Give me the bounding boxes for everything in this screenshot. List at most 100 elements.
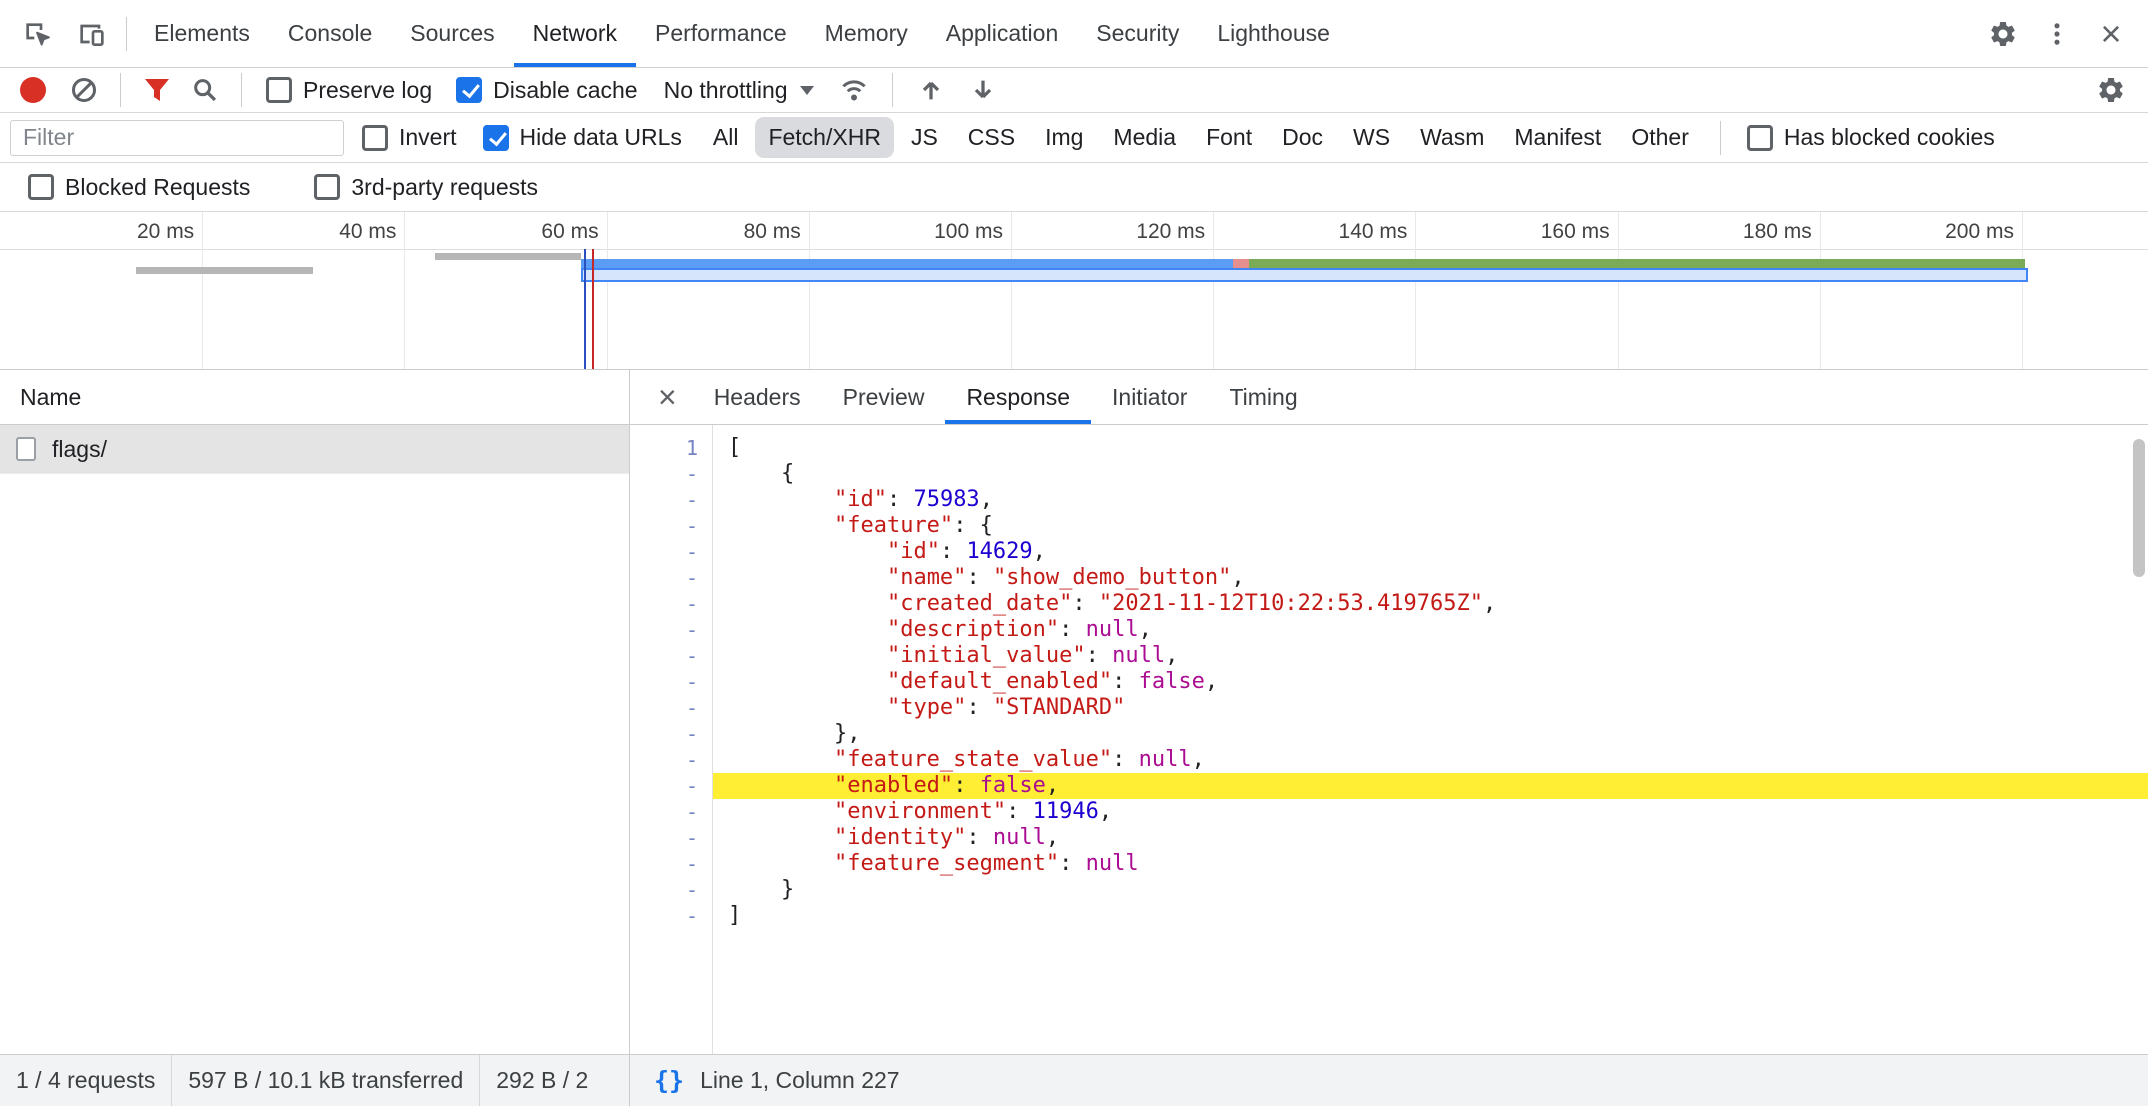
code-line[interactable]: "id": 75983, — [713, 487, 2148, 513]
code-line[interactable]: "default_enabled": false, — [713, 669, 2148, 695]
clear-requests-icon[interactable] — [64, 70, 104, 110]
export-har-icon[interactable] — [961, 70, 1005, 110]
close-devtools-icon[interactable]: × — [2084, 7, 2138, 61]
preserve-log-checkbox[interactable]: Preserve log — [258, 77, 440, 104]
gutter-line-marker[interactable]: - — [630, 773, 712, 799]
tab-memory[interactable]: Memory — [806, 0, 927, 67]
has-blocked-cookies-checkbox[interactable]: Has blocked cookies — [1739, 124, 2003, 151]
tab-elements[interactable]: Elements — [135, 0, 269, 67]
tab-lighthouse[interactable]: Lighthouse — [1198, 0, 1349, 67]
hide-data-urls-checkbox[interactable]: Hide data URLs — [475, 124, 690, 151]
code-line[interactable]: }, — [713, 721, 2148, 747]
filter-type-ws[interactable]: WS — [1340, 117, 1403, 158]
code-line[interactable]: "created_date": "2021-11-12T10:22:53.419… — [713, 591, 2148, 617]
filter-input[interactable] — [10, 120, 344, 156]
gutter-line-marker[interactable]: - — [630, 903, 712, 929]
tab-response[interactable]: Response — [945, 370, 1091, 424]
gutter-line-marker[interactable]: - — [630, 565, 712, 591]
import-har-icon[interactable] — [909, 70, 953, 110]
filter-type-img[interactable]: Img — [1032, 117, 1096, 158]
tab-network[interactable]: Network — [514, 0, 636, 67]
gutter-line-marker[interactable]: - — [630, 643, 712, 669]
name-column-header[interactable]: Name — [0, 370, 629, 425]
network-conditions-icon[interactable] — [832, 70, 876, 110]
filter-type-font[interactable]: Font — [1193, 117, 1265, 158]
filter-type-doc[interactable]: Doc — [1269, 117, 1336, 158]
filter-type-media[interactable]: Media — [1100, 117, 1189, 158]
tab-sources[interactable]: Sources — [391, 0, 513, 67]
close-detail-icon[interactable]: × — [642, 381, 693, 413]
filter-type-css[interactable]: CSS — [955, 117, 1028, 158]
gutter-line-marker[interactable]: - — [630, 461, 712, 487]
throttling-select[interactable]: No throttling — [654, 77, 824, 104]
inspect-element-icon[interactable] — [10, 7, 64, 61]
kebab-menu-icon[interactable] — [2030, 7, 2084, 61]
code-line[interactable]: "initial_value": null, — [713, 643, 2148, 669]
scrollbar-thumb[interactable] — [2133, 439, 2145, 577]
code-line[interactable]: "feature": { — [713, 513, 2148, 539]
filter-type-fetch-xhr[interactable]: Fetch/XHR — [755, 117, 893, 158]
gutter-line-marker[interactable]: - — [630, 877, 712, 903]
gutter-line-marker[interactable]: - — [630, 617, 712, 643]
gutter-line-marker[interactable]: - — [630, 799, 712, 825]
gutter-line-marker[interactable]: - — [630, 825, 712, 851]
response-code-viewer[interactable]: 1------------------ [ { "id": 75983, "fe… — [630, 425, 2148, 1054]
network-overview-timeline[interactable]: 20 ms40 ms60 ms80 ms100 ms120 ms140 ms16… — [0, 212, 2148, 370]
search-icon[interactable] — [185, 70, 225, 110]
tab-headers[interactable]: Headers — [693, 370, 822, 424]
pretty-print-icon[interactable]: {} — [654, 1066, 684, 1095]
code-line[interactable]: { — [713, 461, 2148, 487]
gutter-line-marker[interactable]: - — [630, 513, 712, 539]
code-line[interactable]: "environment": 11946, — [713, 799, 2148, 825]
code-line[interactable]: "id": 14629, — [713, 539, 2148, 565]
tab-console[interactable]: Console — [269, 0, 391, 67]
token: "default_enabled" — [887, 669, 1112, 694]
filter-type-wasm[interactable]: Wasm — [1407, 117, 1497, 158]
code-line[interactable]: ] — [713, 903, 2148, 929]
code-line[interactable]: "name": "show_demo_button", — [713, 565, 2148, 591]
tab-performance[interactable]: Performance — [636, 0, 806, 67]
requests-count: 1 / 4 requests — [0, 1055, 172, 1106]
network-settings-gear-icon[interactable] — [2084, 63, 2138, 117]
tab-initiator[interactable]: Initiator — [1091, 370, 1208, 424]
code-line[interactable]: } — [713, 877, 2148, 903]
settings-gear-icon[interactable] — [1976, 7, 2030, 61]
filter-type-other[interactable]: Other — [1618, 117, 1702, 158]
code-line[interactable]: "enabled": false, — [713, 773, 2148, 799]
record-button[interactable] — [20, 77, 46, 103]
token: : — [940, 539, 967, 564]
tab-timing[interactable]: Timing — [1208, 370, 1318, 424]
invert-checkbox[interactable]: Invert — [354, 124, 465, 151]
request-row-flags[interactable]: flags/ — [0, 425, 629, 474]
disable-cache-checkbox[interactable]: Disable cache — [448, 77, 645, 104]
third-party-requests-checkbox[interactable]: 3rd-party requests — [306, 174, 546, 201]
tab-preview[interactable]: Preview — [822, 370, 946, 424]
gutter-line-marker[interactable]: - — [630, 747, 712, 773]
gutter-line-marker[interactable]: - — [630, 669, 712, 695]
token — [728, 617, 887, 642]
code-line[interactable]: "identity": null, — [713, 825, 2148, 851]
invert-label: Invert — [399, 124, 457, 151]
gutter-line-marker[interactable]: - — [630, 851, 712, 877]
token: "description" — [887, 617, 1059, 642]
code-line[interactable]: "description": null, — [713, 617, 2148, 643]
tab-application[interactable]: Application — [927, 0, 1078, 67]
filter-type-all[interactable]: All — [700, 117, 752, 158]
code-line[interactable]: "type": "STANDARD" — [713, 695, 2148, 721]
filter-type-manifest[interactable]: Manifest — [1501, 117, 1614, 158]
code-line[interactable]: [ — [713, 435, 2148, 461]
gutter-line-marker[interactable]: - — [630, 487, 712, 513]
code-line[interactable]: "feature_state_value": null, — [713, 747, 2148, 773]
filter-funnel-icon[interactable] — [137, 70, 177, 110]
timeline-tick-label: 140 ms — [1257, 220, 1407, 244]
gutter-line-marker[interactable]: - — [630, 695, 712, 721]
gutter-line-marker[interactable]: 1 — [630, 435, 712, 461]
device-toolbar-icon[interactable] — [64, 7, 118, 61]
gutter-line-marker[interactable]: - — [630, 539, 712, 565]
tab-security[interactable]: Security — [1077, 0, 1198, 67]
blocked-requests-checkbox[interactable]: Blocked Requests — [20, 174, 258, 201]
code-line[interactable]: "feature_segment": null — [713, 851, 2148, 877]
gutter-line-marker[interactable]: - — [630, 591, 712, 617]
gutter-line-marker[interactable]: - — [630, 721, 712, 747]
filter-type-js[interactable]: JS — [898, 117, 951, 158]
